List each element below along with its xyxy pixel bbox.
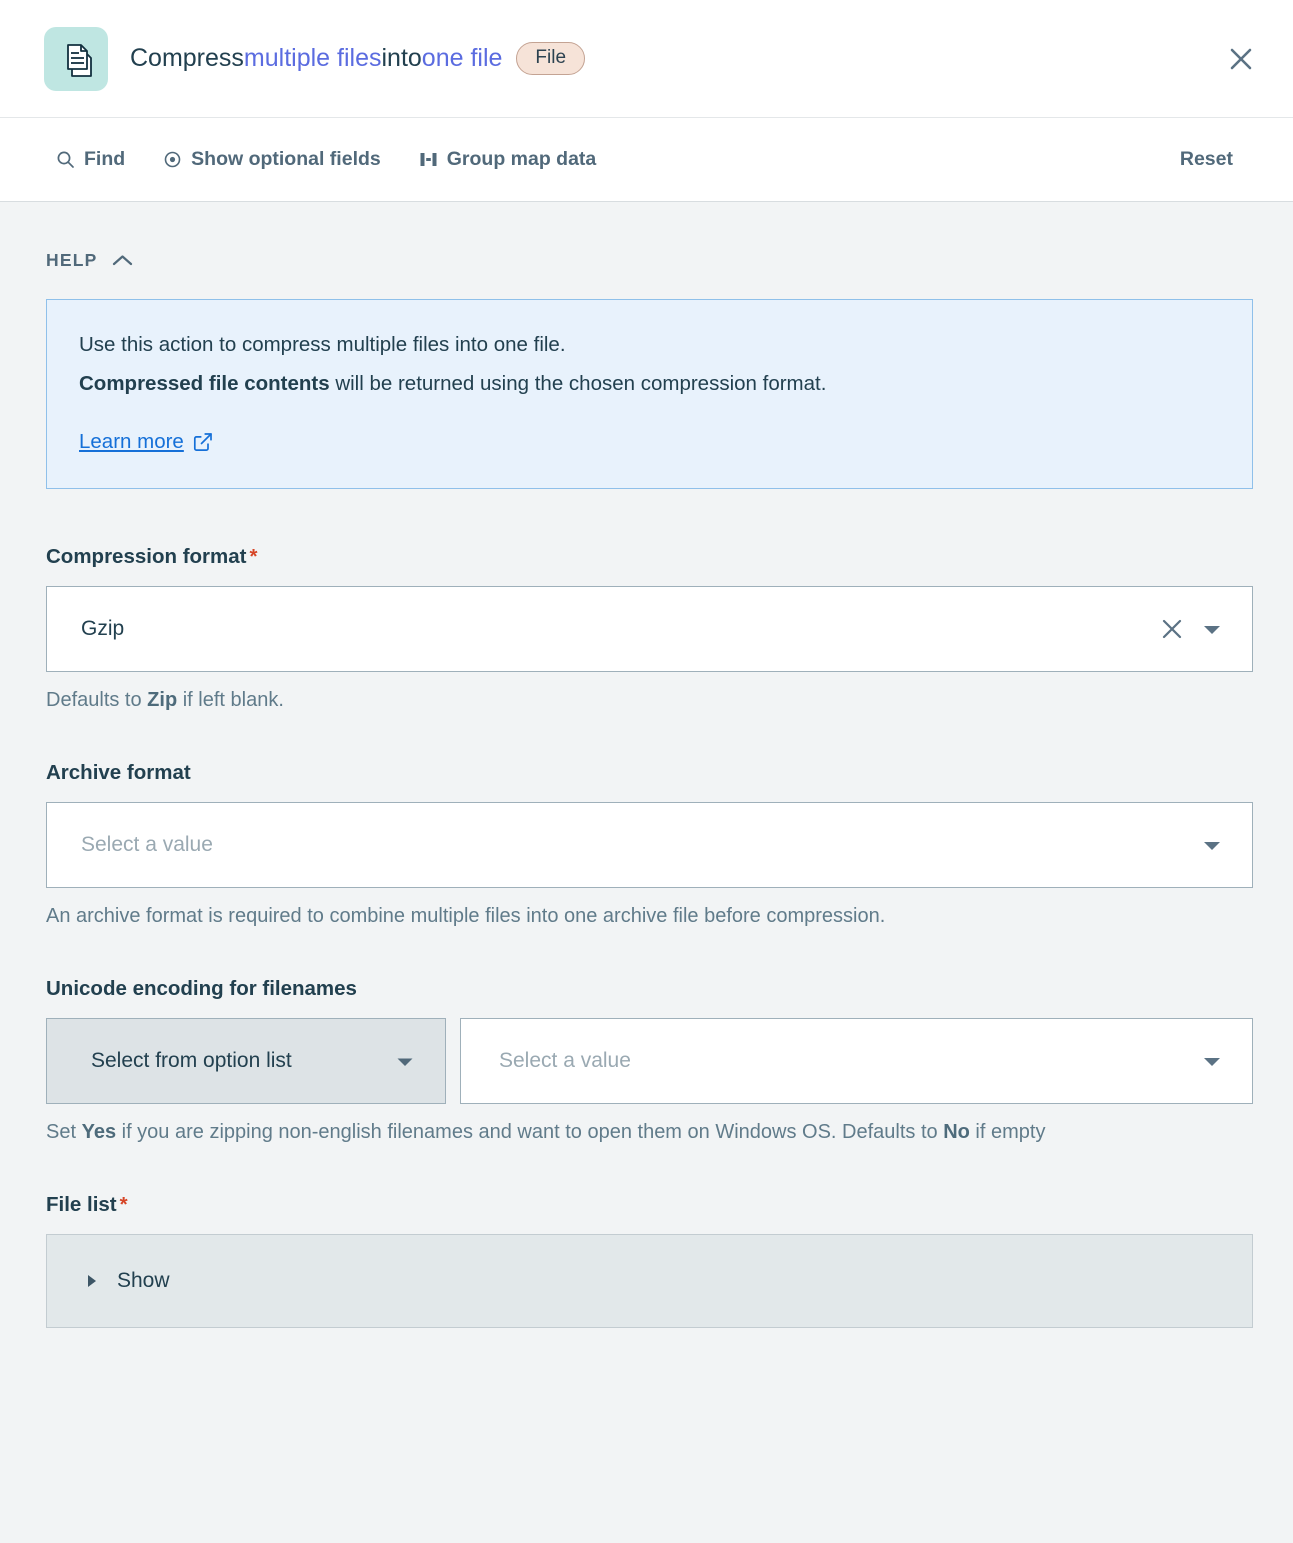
file-list-show-label: Show (117, 1269, 170, 1293)
unicode-hint-bold-1: Yes (82, 1121, 116, 1143)
eye-icon (163, 150, 182, 169)
group-map-icon (419, 150, 438, 169)
documents-icon (44, 27, 108, 91)
archive-format-placeholder: Select a value (81, 833, 1192, 857)
title-segment-3: into (381, 44, 421, 73)
show-optional-fields-label: Show optional fields (191, 148, 381, 171)
close-icon (1159, 616, 1185, 642)
unicode-encoding-mode-label: Select from option list (91, 1049, 385, 1073)
close-button[interactable] (1219, 37, 1263, 81)
title-segment-4: one file (422, 44, 503, 73)
find-label: Find (84, 148, 125, 171)
help-text-line-1: Use this action to compress multiple fil… (79, 330, 1220, 359)
help-text-bold: Compressed file contents (79, 372, 330, 395)
title-segment-2: multiple files (244, 44, 382, 73)
close-icon (1226, 44, 1256, 74)
unicode-hint-part-3: if empty (970, 1121, 1046, 1143)
archive-format-field: Archive format Select a value An archive… (46, 761, 1253, 931)
group-map-data-button[interactable]: Group map data (419, 148, 597, 171)
compression-format-hint: Defaults to Zip if left blank. (46, 686, 1253, 715)
unicode-encoding-mode-select[interactable]: Select from option list (46, 1018, 446, 1104)
hint-part-1: Defaults to (46, 689, 147, 711)
unicode-encoding-placeholder: Select a value (499, 1049, 1192, 1073)
file-list-show-toggle[interactable]: Show (46, 1234, 1253, 1328)
help-panel: Use this action to compress multiple fil… (46, 299, 1253, 489)
compression-format-field: Compression format* Gzip Defaults to Zip… (46, 545, 1253, 715)
chevron-down-icon (1202, 838, 1222, 852)
chevron-right-icon (85, 1272, 99, 1290)
unicode-encoding-label: Unicode encoding for filenames (46, 977, 1253, 1001)
unicode-encoding-value-select[interactable]: Select a value (460, 1018, 1253, 1104)
file-list-label: File list* (46, 1193, 1253, 1217)
external-link-icon (193, 432, 213, 452)
archive-format-input[interactable]: Select a value (46, 802, 1253, 888)
search-icon (56, 150, 75, 169)
hint-bold: Zip (147, 689, 177, 711)
header-title-group: Compress multiple files into one file Fi… (44, 27, 1219, 91)
help-label: HELP (46, 250, 98, 271)
help-text-line-2: Compressed file contents will be returne… (79, 369, 1220, 398)
help-section-header[interactable]: HELP (46, 250, 1253, 271)
page-title: Compress multiple files into one file Fi… (130, 42, 585, 75)
compression-format-input[interactable]: Gzip (46, 586, 1253, 672)
file-list-field: File list* Show (46, 1193, 1253, 1328)
unicode-encoding-field: Unicode encoding for filenames Select fr… (46, 977, 1253, 1147)
unicode-encoding-row: Select from option list Select a value (46, 1018, 1253, 1104)
archive-format-dropdown-button[interactable] (1192, 825, 1232, 865)
file-list-label-text: File list (46, 1193, 117, 1216)
required-asterisk: * (120, 1193, 128, 1216)
show-optional-fields-button[interactable]: Show optional fields (163, 148, 381, 171)
unicode-hint-part-1: Set (46, 1121, 82, 1143)
compression-format-label: Compression format* (46, 545, 1253, 569)
archive-format-hint: An archive format is required to combine… (46, 902, 1253, 931)
unicode-mode-dropdown-button[interactable] (385, 1041, 425, 1081)
reset-button[interactable]: Reset (1180, 148, 1263, 171)
find-button[interactable]: Find (56, 148, 125, 171)
learn-more-link[interactable]: Learn more (79, 430, 213, 454)
dialog-header: Compress multiple files into one file Fi… (0, 0, 1293, 118)
title-segment-1: Compress (130, 44, 244, 73)
compression-format-value: Gzip (81, 617, 1152, 641)
chevron-up-icon[interactable] (112, 254, 133, 267)
hint-part-2: if left blank. (177, 689, 284, 711)
form-body: HELP Use this action to compress multipl… (0, 202, 1293, 1328)
chevron-down-icon (1202, 622, 1222, 636)
unicode-hint-part-2: if you are zipping non-english filenames… (116, 1121, 943, 1143)
unicode-hint-bold-2: No (943, 1121, 970, 1143)
learn-more-label: Learn more (79, 430, 184, 454)
clear-compression-format-button[interactable] (1152, 609, 1192, 649)
chevron-down-icon (1202, 1054, 1222, 1068)
help-text-rest: will be returned using the chosen compre… (330, 372, 827, 395)
chevron-down-icon (396, 1055, 414, 1068)
unicode-value-dropdown-button[interactable] (1192, 1041, 1232, 1081)
archive-format-label: Archive format (46, 761, 1253, 785)
group-map-data-label: Group map data (447, 148, 597, 171)
toolbar-buttons: Find Show optional fields Group map data (56, 148, 1180, 171)
compression-format-dropdown-button[interactable] (1192, 609, 1232, 649)
compression-format-label-text: Compression format (46, 545, 246, 568)
action-toolbar: Find Show optional fields Group map data… (0, 118, 1293, 202)
unicode-encoding-hint: Set Yes if you are zipping non-english f… (46, 1118, 1253, 1147)
required-asterisk: * (249, 545, 257, 568)
status-badge: File (516, 42, 585, 75)
